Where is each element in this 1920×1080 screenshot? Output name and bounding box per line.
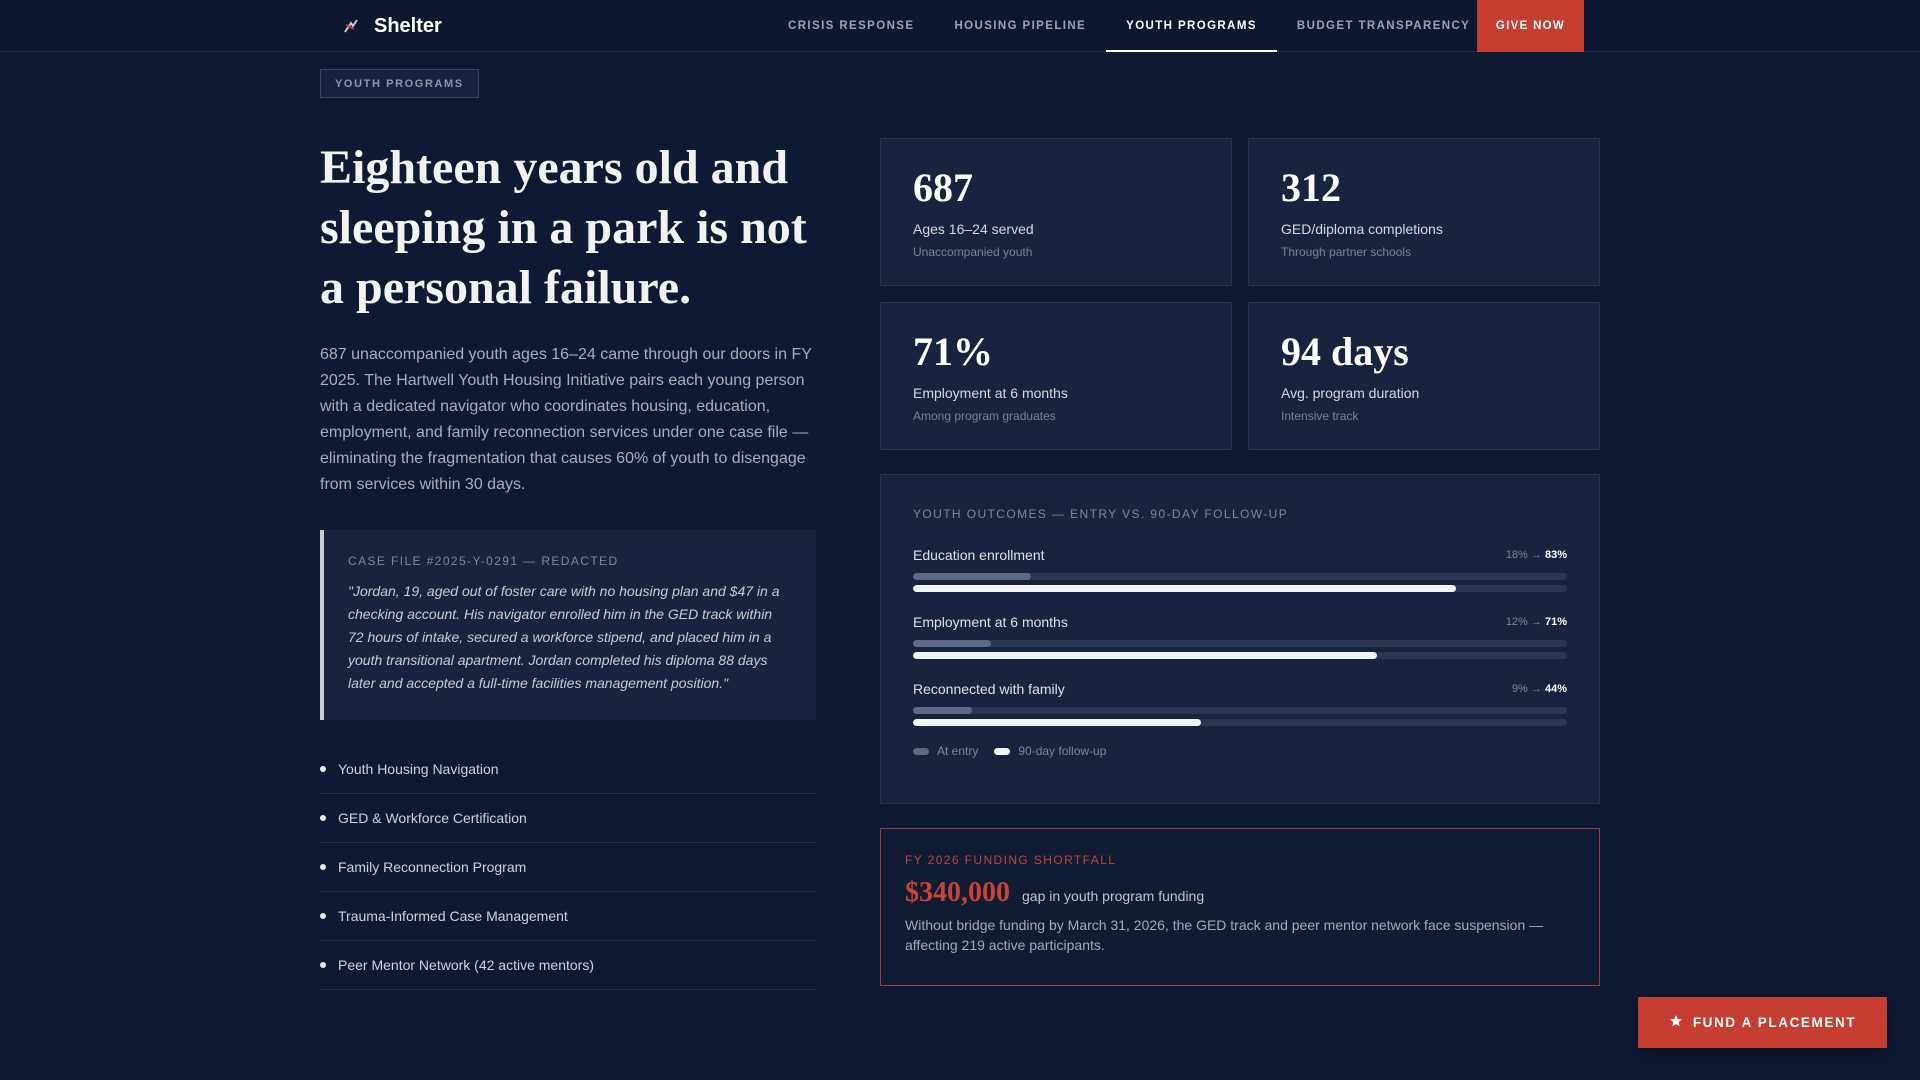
metric-values: 18% → 83%: [1506, 549, 1567, 561]
nav-link-youth-programs[interactable]: Youth Programs: [1106, 0, 1277, 52]
followup-bar: [913, 652, 1378, 659]
list-item[interactable]: GED & Workforce Certification: [320, 794, 816, 843]
program-label: Trauma-Informed Case Management: [338, 908, 568, 924]
followup-bar: [913, 585, 1456, 592]
bullet-icon: [320, 815, 326, 821]
funding-shortfall-card: FY 2026 Funding Shortfall $340,000 gap i…: [880, 828, 1600, 986]
program-label: Peer Mentor Network (42 active mentors): [338, 957, 594, 973]
stat-sublabel: Unaccompanied youth: [913, 245, 1033, 259]
case-file-label: Case File #2025-Y-0291 — Redacted: [348, 554, 619, 568]
bullet-icon: [320, 962, 326, 968]
nav-link-crisis-response[interactable]: Crisis Response: [768, 0, 934, 52]
stat-value: 94 days: [1281, 329, 1409, 374]
bullet-icon: [320, 913, 326, 919]
give-now-button[interactable]: Give Now: [1477, 0, 1584, 52]
stat-value: 71%: [913, 329, 993, 374]
list-item[interactable]: Peer Mentor Network (42 active mentors): [320, 941, 816, 990]
stat-sublabel: Among program graduates: [913, 409, 1056, 423]
nav-links: Crisis Response Housing Pipeline Youth P…: [768, 0, 1490, 52]
program-label: GED & Workforce Certification: [338, 810, 527, 826]
bullet-icon: [320, 766, 326, 772]
entry-value: 18%: [1505, 549, 1528, 561]
outcome-metric-education: Education enrollment 18% → 83%: [913, 547, 1567, 592]
top-nav: Shelter Crisis Response Housing Pipeline…: [0, 0, 1920, 52]
section-tag: Youth Programs: [320, 69, 479, 98]
arrow-icon: →: [1530, 549, 1542, 561]
legend-followup: 90-day follow-up: [994, 744, 1106, 758]
program-label: Youth Housing Navigation: [338, 761, 499, 777]
outcomes-legend: At entry 90-day follow-up: [913, 744, 1567, 758]
stat-card-employment: 71% Employment at 6 months Among program…: [880, 302, 1232, 450]
lead-paragraph: 687 unaccompanied youth ages 16–24 came …: [320, 346, 812, 493]
stat-label: Avg. program duration: [1281, 385, 1420, 401]
entry-value: 12%: [1505, 616, 1528, 628]
stat-card-completions: 312 GED/diploma completions Through part…: [1248, 138, 1600, 286]
fund-placement-button[interactable]: Fund a Placement: [1638, 997, 1887, 1048]
brand-logo[interactable]: Shelter: [340, 0, 442, 52]
entry-bar: [913, 573, 1031, 580]
stat-card-served: 687 Ages 16–24 served Unaccompanied yout…: [880, 138, 1232, 286]
bullet-icon: [320, 864, 326, 870]
stat-label: Ages 16–24 served: [913, 221, 1034, 237]
metric-values: 9% → 44%: [1512, 683, 1567, 695]
followup-value: 83%: [1544, 549, 1567, 561]
case-file-card: Case File #2025-Y-0291 — Redacted "Jorda…: [320, 530, 816, 720]
funding-amount: $340,000: [905, 877, 1010, 908]
followup-bar: [913, 719, 1201, 726]
entry-track: [913, 707, 1567, 714]
metric-name: Reconnected with family: [913, 681, 1065, 697]
program-label: Family Reconnection Program: [338, 859, 527, 875]
page-headline: Eighteen years old and sleeping in a par…: [320, 141, 807, 314]
outcomes-title: Youth Outcomes — Entry vs. 90-Day Follow…: [913, 507, 1289, 521]
stat-sublabel: Through partner schools: [1281, 245, 1412, 259]
followup-track: [913, 585, 1567, 592]
legend-swatch: [913, 747, 929, 755]
entry-bar: [913, 707, 972, 714]
case-file-quote: "Jordan, 19, aged out of foster care wit…: [348, 583, 780, 691]
stat-value: 312: [1281, 165, 1341, 210]
funding-caption: gap in youth program funding: [1022, 888, 1205, 904]
outcome-metric-employment: Employment at 6 months 12% → 71%: [913, 614, 1567, 659]
brand-name: Shelter: [374, 14, 442, 37]
entry-track: [913, 640, 1567, 647]
stat-value: 687: [913, 165, 973, 210]
followup-value: 44%: [1544, 683, 1567, 695]
legend-entry: At entry: [913, 744, 978, 758]
list-item[interactable]: Family Reconnection Program: [320, 843, 816, 892]
legend-label: At entry: [937, 744, 979, 758]
arrow-icon: →: [1530, 616, 1542, 628]
stat-label: Employment at 6 months: [913, 385, 1068, 401]
followup-value: 71%: [1544, 616, 1567, 628]
metric-name: Education enrollment: [913, 547, 1045, 563]
funding-label: FY 2026 Funding Shortfall: [905, 853, 1117, 867]
list-item[interactable]: Trauma-Informed Case Management: [320, 892, 816, 941]
list-item[interactable]: Youth Housing Navigation: [320, 745, 816, 794]
program-list: Youth Housing Navigation GED & Workforce…: [320, 745, 816, 990]
arrow-icon: →: [1530, 683, 1542, 695]
nav-link-budget-transparency[interactable]: Budget Transparency: [1277, 0, 1490, 52]
stat-sublabel: Intensive track: [1281, 409, 1359, 423]
star-icon: [1669, 1014, 1683, 1031]
funding-body: Without bridge funding by March 31, 2026…: [905, 917, 1544, 953]
metric-values: 12% → 71%: [1506, 616, 1567, 628]
entry-bar: [913, 640, 992, 647]
shelter-logo-icon: [340, 15, 362, 37]
outcome-metric-family: Reconnected with family 9% → 44%: [913, 681, 1567, 726]
stat-card-duration: 94 days Avg. program duration Intensive …: [1248, 302, 1600, 450]
nav-link-housing-pipeline[interactable]: Housing Pipeline: [934, 0, 1106, 52]
legend-swatch: [994, 747, 1011, 755]
legend-label: 90-day follow-up: [1018, 744, 1107, 758]
followup-track: [913, 652, 1567, 659]
metric-name: Employment at 6 months: [913, 614, 1068, 630]
entry-value: 9%: [1511, 683, 1528, 695]
outcomes-card: Youth Outcomes — Entry vs. 90-Day Follow…: [880, 474, 1600, 804]
entry-track: [913, 573, 1567, 580]
followup-track: [913, 719, 1567, 726]
cta-label: Fund a Placement: [1692, 1015, 1857, 1030]
stat-label: GED/diploma completions: [1281, 221, 1443, 237]
